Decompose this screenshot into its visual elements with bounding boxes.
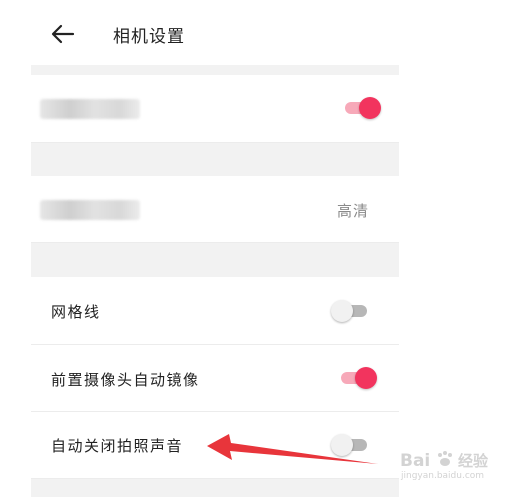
grid-toggle[interactable] <box>331 300 369 322</box>
settings-row-front-mirror[interactable]: 前置摄像头自动镜像 <box>31 345 399 412</box>
settings-row-grid[interactable]: 网格线 <box>31 277 399 345</box>
app-header: 相机设置 <box>0 0 522 65</box>
svg-text:经验: 经验 <box>458 452 489 470</box>
baidu-paw-icon: Bai 经验 jingyan.baidu.com <box>400 451 489 481</box>
svg-text:Bai: Bai <box>400 451 430 471</box>
quality-value: 高清 <box>336 202 369 220</box>
toggle-knob <box>331 300 353 322</box>
blurred-label <box>40 200 140 220</box>
front-mirror-label: 前置摄像头自动镜像 <box>51 371 200 389</box>
grid-label: 网格线 <box>51 303 101 321</box>
shutter-sound-toggle[interactable] <box>331 434 369 456</box>
front-mirror-toggle[interactable] <box>339 367 377 389</box>
shutter-sound-label: 自动关闭拍照声音 <box>51 437 184 455</box>
toggle-knob <box>355 367 377 389</box>
blurred-option-toggle[interactable] <box>343 97 381 119</box>
toggle-knob <box>359 97 381 119</box>
section-divider <box>31 479 399 497</box>
toggle-knob <box>331 434 353 456</box>
section-divider <box>31 65 399 75</box>
section-divider <box>31 143 399 176</box>
settings-row-quality[interactable]: 高清 <box>31 176 399 243</box>
svg-text:jingyan.baidu.com: jingyan.baidu.com <box>400 471 484 481</box>
settings-row-blurred-toggle[interactable] <box>31 75 399 143</box>
baidu-watermark-logo: Bai 经验 jingyan.baidu.com <box>398 449 516 481</box>
back-arrow-icon[interactable] <box>50 21 76 47</box>
blurred-label <box>40 99 140 119</box>
settings-row-shutter-sound[interactable]: 自动关闭拍照声音 <box>31 412 399 479</box>
section-divider <box>31 243 399 277</box>
page-title: 相机设置 <box>113 27 185 47</box>
